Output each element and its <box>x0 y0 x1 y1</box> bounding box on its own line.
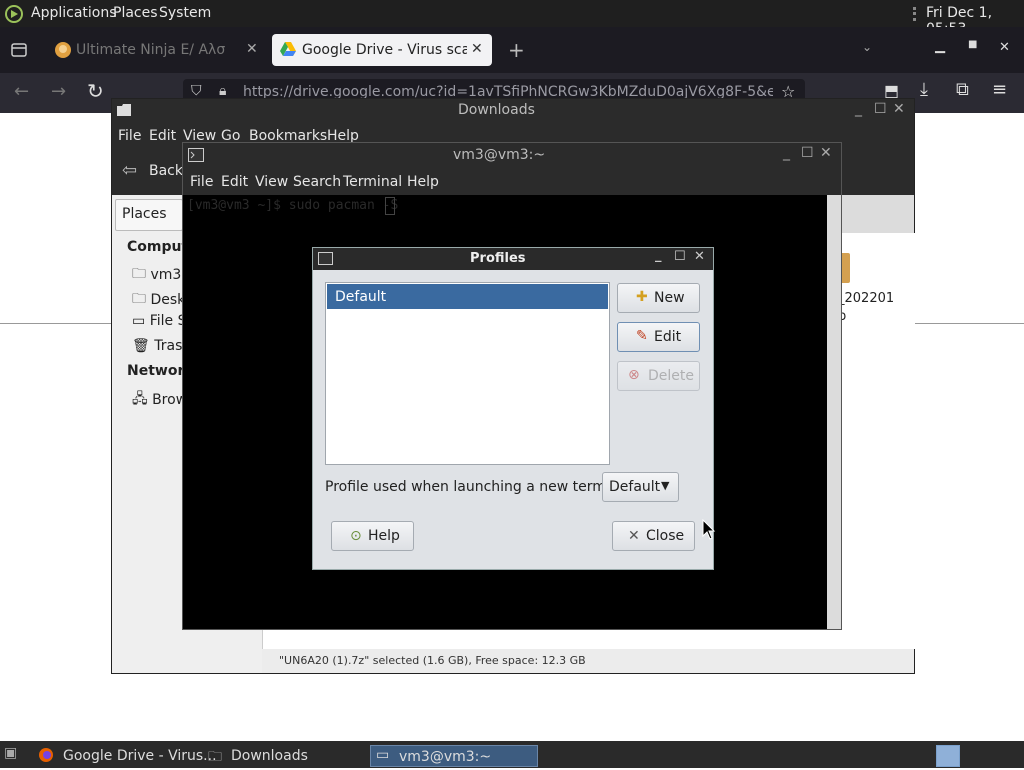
workspace-switcher[interactable] <box>936 745 960 767</box>
taskbar-item-downloads[interactable]: 🗀 Downloads <box>204 745 364 767</box>
panel-separator <box>913 7 919 21</box>
tab-overview-icon[interactable] <box>11 43 27 57</box>
terminal-scrollbar[interactable] <box>827 195 841 629</box>
help-lifebuoy-icon: ⊙ <box>350 528 362 544</box>
menu-file[interactable]: File <box>118 128 141 144</box>
back-arrow-icon[interactable]: ← <box>14 81 29 102</box>
firefox-icon <box>39 748 53 762</box>
applications-menu[interactable]: Applications <box>31 5 117 21</box>
edit-button[interactable]: ✎ Edit <box>617 322 700 352</box>
menu-view[interactable]: View <box>255 174 288 190</box>
minimize-icon[interactable]: _ <box>783 145 790 161</box>
window-title: vm3@vm3:~ <box>453 147 546 163</box>
dropdown-arrow-icon: ▼ <box>661 479 670 492</box>
new-button[interactable]: ✚ New <box>617 283 700 313</box>
close-x-icon: ✕ <box>628 528 640 544</box>
launch-profile-label: Profile used when launching a new termin… <box>325 479 636 495</box>
dialog-title: Profiles <box>470 251 526 266</box>
edit-pencil-icon: ✎ <box>636 328 648 344</box>
folder-icon: 🗀 <box>208 749 222 765</box>
sidebar-item-vm3[interactable]: 🗀 vm3 <box>132 263 181 287</box>
extensions-icon[interactable]: ⧉ <box>956 79 969 100</box>
help-button[interactable]: ⊙ Help <box>331 521 414 551</box>
downloads-icon[interactable]: ⤓ <box>920 79 928 100</box>
close-window-icon[interactable]: ✕ <box>694 249 705 264</box>
network-icon: 🖧 <box>132 391 148 407</box>
maximize-icon[interactable]: ☐ <box>674 249 686 264</box>
lock-icon[interactable]: 🔒︎ <box>219 83 226 99</box>
minimize-icon[interactable]: ▁ <box>935 39 945 54</box>
menu-search[interactable]: Search <box>293 174 341 190</box>
top-panel: Applications Places System Fri Dec 1, 05… <box>0 0 1024 37</box>
close-window-icon[interactable]: ✕ <box>999 40 1010 55</box>
terminal-cursor <box>385 197 395 215</box>
terminal-prompt: [vm3@vm3 ~]$ sudo pacman -S <box>187 198 399 213</box>
close-window-icon[interactable]: ✕ <box>893 101 905 117</box>
maximize-icon[interactable]: ■ <box>968 39 977 50</box>
shield-icon[interactable]: ⛉ <box>191 83 202 99</box>
desktop-folder-icon: 🗀 <box>132 291 146 307</box>
profiles-dialog: Profiles _ ☐ ✕ Default ✚ New ✎ Edit ⊗ De… <box>312 247 714 570</box>
delete-icon: ⊗ <box>628 367 640 383</box>
status-bar: "UN6A20 (1).7z" selected (1.6 GB), Free … <box>262 649 914 673</box>
window-title: Downloads <box>458 102 535 118</box>
back-arrow-icon[interactable]: ⇦ <box>122 160 137 181</box>
profile-list[interactable]: Default <box>325 282 610 465</box>
profiles-dialog-titlebar[interactable]: Profiles _ ☐ ✕ <box>313 248 713 270</box>
delete-button[interactable]: ⊗ Delete <box>617 361 700 391</box>
list-item[interactable]: Default <box>327 284 608 309</box>
forward-arrow-icon[interactable]: → <box>51 81 66 102</box>
google-drive-favicon-icon <box>280 42 296 56</box>
hamburger-menu-icon[interactable]: ≡ <box>992 79 1007 100</box>
menu-file[interactable]: File <box>190 174 213 190</box>
menu-edit[interactable]: Edit <box>221 174 248 190</box>
maximize-icon[interactable]: ☐ <box>801 145 814 161</box>
reload-icon[interactable]: ↻ <box>87 79 104 103</box>
minimize-icon[interactable]: _ <box>655 248 662 263</box>
menu-edit[interactable]: Edit <box>149 128 176 144</box>
terminal-icon <box>318 252 333 265</box>
file-manager-titlebar[interactable]: Downloads _ ☐ ✕ <box>112 99 914 123</box>
places-dropdown[interactable]: Places <box>115 199 183 231</box>
new-tab-button[interactable]: + <box>508 38 525 62</box>
minimize-icon[interactable]: _ <box>855 101 862 117</box>
tab-list-chevron-icon[interactable]: ⌄ <box>862 40 872 54</box>
terminal-menubar: File Edit View Search Terminal Help <box>183 169 841 195</box>
menu-terminal[interactable]: Terminal <box>343 174 402 190</box>
launch-profile-select[interactable]: Default ▼ <box>602 472 679 502</box>
terminal-titlebar[interactable]: vm3@vm3:~ _ ☐ ✕ <box>183 143 841 169</box>
places-menu[interactable]: Places <box>113 5 158 21</box>
browser-tab-bar: Ultimate Ninja Ε/ Αλσηα 2... ✕ Google Dr… <box>0 27 1024 73</box>
distro-logo-icon[interactable] <box>5 5 23 23</box>
taskbar-item-terminal[interactable]: ▭ vm3@vm3:~ <box>370 745 538 767</box>
file-system-icon: ▭ <box>132 313 146 329</box>
home-folder-icon: 🗀 <box>132 266 146 282</box>
tab-close-icon[interactable]: ✕ <box>246 41 258 57</box>
close-window-icon[interactable]: ✕ <box>820 145 832 161</box>
close-button[interactable]: ✕ Close <box>612 521 695 551</box>
taskbar: ▣ Google Drive - Virus... 🗀 Downloads ▭ … <box>0 741 1024 768</box>
new-document-icon: ✚ <box>636 289 648 305</box>
trash-icon: 🗑︎ <box>132 338 150 354</box>
tab-google-drive[interactable]: Google Drive - Virus scan w... ✕ <box>272 34 492 66</box>
taskbar-item-firefox[interactable]: Google Drive - Virus... <box>34 745 217 767</box>
show-desktop-icon[interactable]: ▣ <box>4 745 17 761</box>
file-label[interactable]: _202201 <box>838 291 894 306</box>
back-button[interactable]: Back <box>149 163 183 179</box>
mouse-pointer-icon <box>702 519 716 540</box>
menu-help[interactable]: Help <box>407 174 439 190</box>
maximize-icon[interactable]: ☐ <box>874 101 887 117</box>
terminal-icon: ▭ <box>376 747 390 763</box>
system-menu[interactable]: System <box>159 5 211 21</box>
folder-icon <box>117 104 131 116</box>
tab-ninja[interactable]: Ultimate Ninja Ε/ Αλσηα 2... ✕ <box>46 34 268 66</box>
terminal-icon <box>188 148 204 162</box>
ninja-favicon-icon <box>55 42 71 58</box>
tab-close-icon[interactable]: ✕ <box>471 41 483 57</box>
